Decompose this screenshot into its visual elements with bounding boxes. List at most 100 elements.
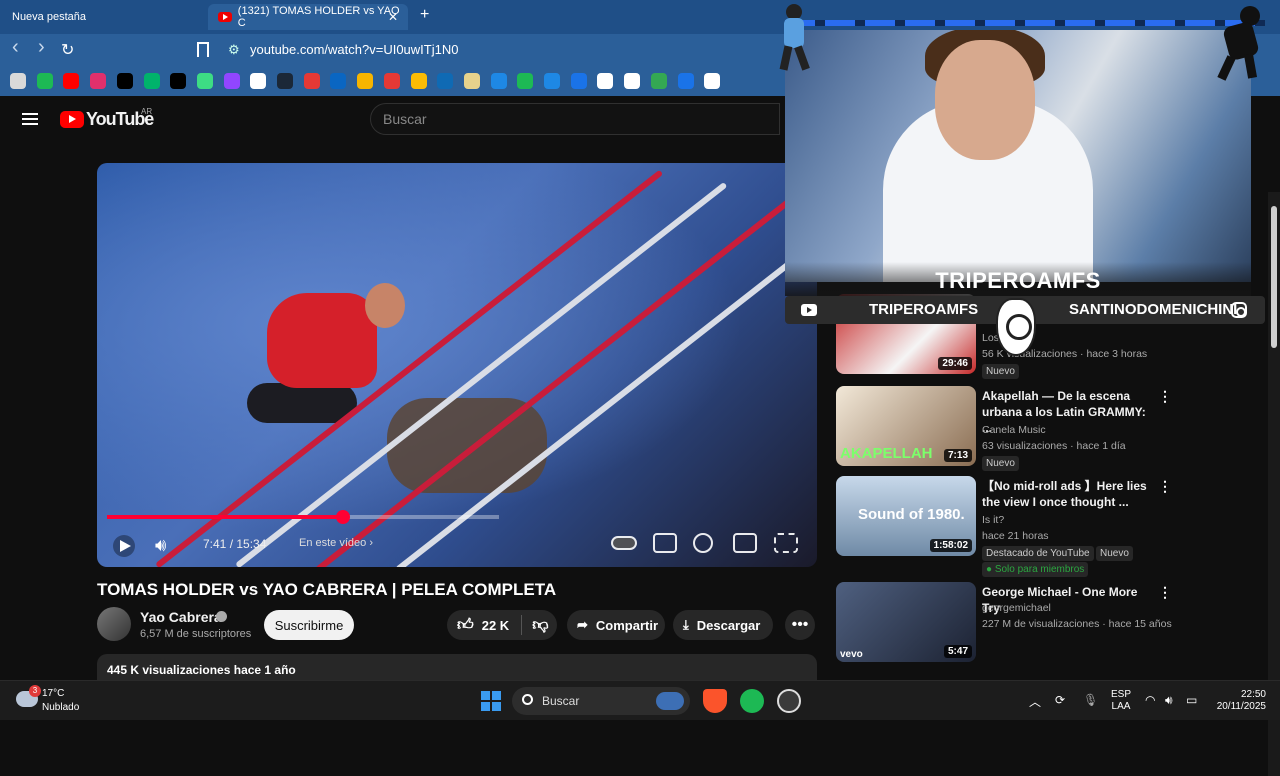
list-item[interactable]: Sound of 1980. 1:58:02 【No mid-roll ads … (836, 476, 1176, 577)
download-button[interactable]: ⤓ Descargar (673, 610, 773, 640)
youtube-icon (801, 304, 817, 316)
channel-name[interactable]: georgemichael (982, 602, 1051, 614)
bookmark-favicon-icon[interactable] (36, 73, 53, 89)
tab-youtube-video[interactable]: (1321) TOMAS HOLDER vs YAO C ✕ (208, 4, 408, 30)
spotify-icon[interactable] (740, 689, 764, 713)
bookmark-favicon-icon[interactable] (63, 73, 80, 89)
clock[interactable]: 22:50 20/11/2025 (1206, 689, 1266, 713)
bookmark-favicon-icon[interactable] (624, 73, 641, 89)
bookmark-favicon-icon[interactable] (10, 73, 26, 89)
bookmark-favicon-icon[interactable] (650, 73, 667, 89)
video-player[interactable]: 🔊︎ 7:41 / 15:34 En este vídeo › (97, 163, 817, 567)
channel-avatar[interactable] (97, 607, 131, 641)
bookmark-favicon-icon[interactable] (410, 73, 427, 89)
temperature[interactable]: 17°C (42, 688, 64, 699)
back-button[interactable]: ‹ (12, 36, 19, 59)
bookmark-favicon-icon[interactable] (517, 73, 534, 89)
windows-start-icon[interactable] (481, 691, 501, 711)
volume-icon[interactable]: 🔊︎ (155, 535, 166, 556)
brave-browser-icon[interactable] (703, 689, 727, 713)
bookmark-favicon-icon[interactable] (303, 73, 320, 89)
bookmark-favicon-icon[interactable] (463, 73, 480, 89)
bookmark-favicon-icon[interactable] (223, 73, 240, 89)
taskbar-search[interactable]: Buscar (512, 687, 690, 715)
streamer-figure (935, 40, 1035, 160)
tab-new-tab[interactable]: Nueva pestaña (0, 4, 200, 30)
bookmark-favicon-icon[interactable] (597, 73, 614, 89)
bookmark-favicon-icon[interactable] (677, 73, 694, 89)
bookmark-favicon-icon[interactable] (90, 73, 107, 89)
subtitles-icon[interactable] (653, 533, 677, 553)
referee-figure (267, 293, 377, 388)
duration-badge: 5:47 (943, 645, 972, 658)
bookmark-favicon-icon[interactable] (277, 73, 293, 89)
like-count[interactable]: 22 K (482, 618, 509, 633)
bookmark-favicon-icon[interactable] (704, 73, 721, 89)
wifi-icon[interactable]: ◠ (1145, 693, 1155, 707)
bookmark-favicon-icon[interactable] (383, 73, 400, 89)
list-item[interactable]: AKAPELLAH 7:13 Akapellah — De la escena … (836, 386, 1176, 471)
region-code: AR (141, 107, 153, 116)
bookmark-favicon-icon[interactable] (196, 73, 213, 89)
video-title[interactable]: 【No mid-roll ads 】Here lies the view I o… (982, 478, 1152, 510)
more-options-icon[interactable]: ⋮ (1158, 584, 1172, 601)
close-tab-icon[interactable]: ✕ (388, 10, 398, 24)
new-tab-button[interactable]: + (420, 6, 429, 24)
video-thumbnail[interactable]: vevo 5:47 (836, 582, 976, 662)
bookmark-favicon-icon[interactable] (490, 73, 507, 89)
play-button[interactable] (113, 535, 135, 557)
miniplayer-icon[interactable] (733, 533, 757, 553)
steam-icon[interactable] (777, 689, 801, 713)
list-item[interactable]: vevo 5:47 George Michael - One More Try … (836, 582, 1176, 662)
menu-icon[interactable] (22, 113, 38, 125)
chevron-up-icon[interactable]: ︿ (1029, 693, 1041, 710)
dislike-icon[interactable]: 👎︎ (532, 616, 548, 635)
view-count-date: 445 K visualizaciones hace 1 año (107, 663, 296, 677)
forward-button[interactable]: › (38, 36, 45, 59)
channel-name[interactable]: Canela Music (982, 424, 1046, 436)
bookmark-favicon-icon[interactable] (116, 73, 133, 89)
more-options-icon[interactable]: ⋮ (1158, 478, 1172, 495)
like-icon[interactable]: 👍︎ (457, 616, 474, 635)
new-badge: Nuevo (982, 364, 1019, 379)
subscribe-button[interactable]: Suscribirme (264, 610, 354, 640)
progress-bar[interactable] (107, 510, 499, 524)
url-field[interactable]: ⚙ youtube.com/watch?v=UI0uwITj1N0 (228, 42, 458, 58)
reload-button[interactable]: ↻ (61, 40, 74, 60)
bookmark-favicon-icon[interactable] (357, 73, 374, 89)
bookmark-favicon-icon[interactable] (143, 73, 160, 89)
sync-icon[interactable]: ⟳ (1055, 693, 1065, 707)
site-info-icon[interactable]: ⚙ (228, 42, 240, 58)
bookmark-favicon-icon[interactable] (570, 73, 587, 89)
autoplay-toggle-icon[interactable] (611, 536, 637, 550)
progress-scrubber[interactable] (336, 510, 350, 524)
bookmark-favicon-icon[interactable] (544, 73, 560, 89)
search-input[interactable]: Buscar (370, 103, 780, 135)
bookmark-icon[interactable] (197, 42, 209, 57)
more-options-icon[interactable]: ⋮ (1158, 388, 1172, 405)
verified-icon (216, 611, 227, 622)
share-button[interactable]: ➦ Compartir (567, 610, 665, 640)
fullscreen-icon[interactable] (774, 533, 798, 553)
bookmark-favicon-icon[interactable] (170, 73, 187, 89)
volume-icon[interactable]: 🔊︎ (1165, 693, 1173, 708)
duration-badge: 7:13 (943, 449, 972, 462)
bookmark-favicon-icon[interactable] (330, 73, 347, 89)
url-text: youtube.com/watch?v=UI0uwITj1N0 (250, 42, 459, 57)
input-language[interactable]: ESP LAA (1111, 689, 1131, 713)
microphone-icon[interactable]: 🎙︎ (1083, 693, 1098, 707)
tab-label: (1321) TOMAS HOLDER vs YAO C (237, 5, 400, 29)
video-thumbnail[interactable]: AKAPELLAH 7:13 (836, 386, 976, 466)
bookmark-favicon-icon[interactable] (250, 73, 267, 89)
channel-name[interactable]: Yao Cabrera (140, 609, 222, 625)
chapters-button[interactable]: En este vídeo › (299, 537, 373, 549)
channel-name[interactable]: Is it? (982, 514, 1004, 526)
settings-gear-icon[interactable] (693, 533, 713, 553)
weather-condition[interactable]: Nublado (42, 702, 79, 713)
youtube-logo[interactable]: YouTube (60, 109, 154, 130)
more-actions-button[interactable]: ••• (785, 610, 815, 640)
video-thumbnail[interactable]: Sound of 1980. 1:58:02 (836, 476, 976, 556)
bookmark-favicon-icon[interactable] (437, 73, 454, 89)
youtube-favicon-icon (218, 12, 232, 22)
battery-icon[interactable]: ▭ (1186, 693, 1197, 707)
